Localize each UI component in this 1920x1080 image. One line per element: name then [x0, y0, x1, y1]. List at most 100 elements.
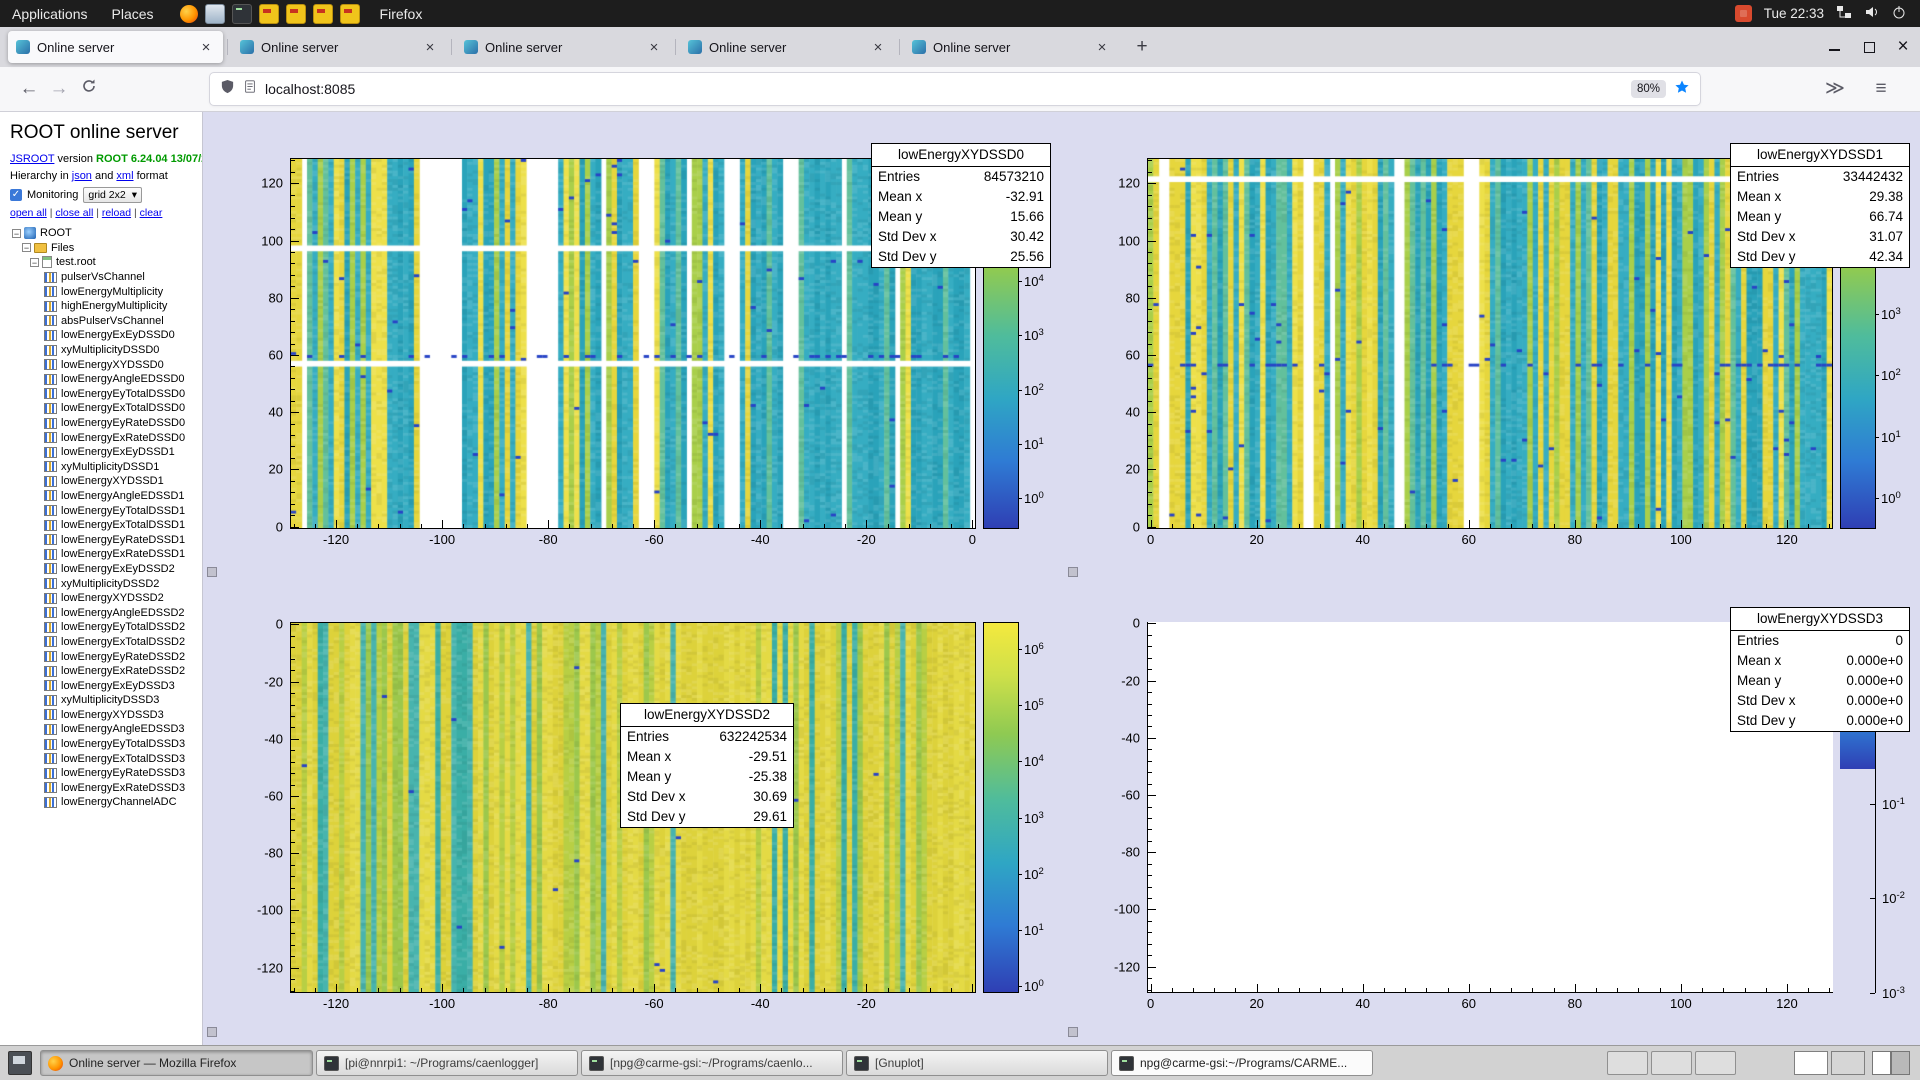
tree-item[interactable]: lowEnergyEyRateDSSD0 [10, 416, 202, 431]
taskbar-item[interactable]: npg@carme-gsi:~/Programs/CARME... [1111, 1050, 1373, 1076]
tree-item[interactable]: xyMultiplicityDSSD3 [10, 693, 202, 708]
taskbar-item[interactable]: Online server — Mozilla Firefox [40, 1050, 313, 1076]
tree-item[interactable]: lowEnergyXYDSSD3 [10, 708, 202, 723]
taskbar-item[interactable]: [npg@carme-gsi:~/Programs/caenlo... [581, 1050, 843, 1076]
close-tab-icon[interactable]: × [645, 39, 663, 56]
notification-icon[interactable] [1735, 5, 1752, 22]
statbox-lowEnergyXYDSSD2[interactable]: lowEnergyXYDSSD2Entries632242534Mean x-2… [620, 703, 794, 828]
tree-item[interactable]: lowEnergyAngleEDSSD0 [10, 372, 202, 387]
tree-file[interactable]: −test.root [10, 255, 202, 270]
modules-launcher-icon[interactable] [259, 4, 279, 24]
bookmark-star-icon[interactable] [1674, 79, 1690, 100]
tree-item[interactable]: lowEnergyEyTotalDSSD2 [10, 620, 202, 635]
back-button[interactable]: ← [14, 74, 44, 104]
modules-launcher-icon[interactable] [340, 4, 360, 24]
close-tab-icon[interactable]: × [869, 39, 887, 56]
tree-item[interactable]: xyMultiplicityDSSD1 [10, 460, 202, 475]
forward-button[interactable]: → [44, 74, 74, 104]
collapse-icon[interactable]: − [12, 229, 21, 238]
layout-select[interactable]: grid 2x2 ▾ [83, 187, 142, 203]
tree-item[interactable]: lowEnergyEyTotalDSSD3 [10, 737, 202, 752]
taskbar-item[interactable]: [pi@nnrpi1: ~/Programs/caenlogger] [316, 1050, 578, 1076]
tree-item[interactable]: lowEnergyAngleEDSSD2 [10, 605, 202, 620]
overflow-chevron-icon[interactable]: ≫ [1820, 74, 1850, 104]
tree-item[interactable]: lowEnergyExTotalDSSD3 [10, 751, 202, 766]
tree-item[interactable]: lowEnergyExRateDSSD0 [10, 430, 202, 445]
tray-window[interactable] [1794, 1051, 1828, 1075]
network-icon[interactable] [1836, 5, 1852, 22]
tray-window[interactable] [1831, 1051, 1865, 1075]
tree-item[interactable]: lowEnergyMultiplicity [10, 284, 202, 299]
browser-tab[interactable]: Online server× [456, 31, 671, 63]
grid-resize-handle[interactable] [1068, 1027, 1078, 1037]
tree-item[interactable]: lowEnergyXYDSSD0 [10, 357, 202, 372]
xml-link[interactable]: xml [116, 170, 133, 182]
tree-item[interactable]: lowEnergyEyTotalDSSD0 [10, 387, 202, 402]
browser-tab[interactable]: Online server× [904, 31, 1119, 63]
clear-link[interactable]: clear [140, 207, 163, 219]
collapse-icon[interactable]: − [30, 258, 39, 267]
grid-resize-handle[interactable] [1068, 567, 1078, 577]
tree-item[interactable]: lowEnergyExRateDSSD2 [10, 664, 202, 679]
tree-item[interactable]: lowEnergyExRateDSSD1 [10, 547, 202, 562]
tree-item[interactable]: xyMultiplicityDSSD0 [10, 343, 202, 358]
files-launcher-icon[interactable] [205, 4, 225, 24]
jsroot-link[interactable]: JSROOT [10, 153, 54, 165]
tree-item[interactable]: lowEnergyEyRateDSSD3 [10, 766, 202, 781]
browser-tab[interactable]: Online server× [680, 31, 895, 63]
modules-launcher-icon[interactable] [286, 4, 306, 24]
volume-icon[interactable] [1864, 5, 1880, 22]
tray-slot[interactable] [1651, 1051, 1692, 1075]
tree-item[interactable]: lowEnergyExTotalDSSD2 [10, 635, 202, 650]
statbox-lowEnergyXYDSSD3[interactable]: lowEnergyXYDSSD3Entries0Mean x0.000e+0Me… [1730, 607, 1910, 732]
clock[interactable]: Tue 22:33 [1764, 6, 1824, 21]
tree-item[interactable]: lowEnergyXYDSSD1 [10, 474, 202, 489]
tree-item[interactable]: lowEnergyExEyDSSD3 [10, 678, 202, 693]
close-tab-icon[interactable]: × [197, 39, 215, 56]
tree-item[interactable]: lowEnergyEyTotalDSSD1 [10, 503, 202, 518]
tree-item[interactable]: lowEnergyExEyDSSD1 [10, 445, 202, 460]
palette-axis[interactable]: 106105104103102101100 [983, 622, 1019, 993]
tree-item[interactable]: absPulserVsChannel [10, 314, 202, 329]
tree-files[interactable]: −Files [10, 241, 202, 256]
tree-root[interactable]: −ROOT [10, 226, 202, 241]
tree-item[interactable]: xyMultiplicityDSSD2 [10, 576, 202, 591]
tree-item[interactable]: lowEnergyEyRateDSSD2 [10, 649, 202, 664]
taskbar-item[interactable]: [Gnuplot] [846, 1050, 1108, 1076]
workspace-1[interactable] [1872, 1051, 1891, 1075]
tray-slot[interactable] [1607, 1051, 1648, 1075]
browser-tab[interactable]: Online server× [8, 31, 223, 63]
close-tab-icon[interactable]: × [421, 39, 439, 56]
monitoring-checkbox[interactable]: ✓ [10, 189, 22, 201]
tree-item[interactable]: lowEnergyChannelADC [10, 795, 202, 810]
workspace-2[interactable] [1891, 1051, 1910, 1075]
json-link[interactable]: json [72, 170, 92, 182]
places-menu[interactable]: Places [100, 0, 166, 27]
zoom-level-chip[interactable]: 80% [1631, 80, 1666, 98]
open-all-link[interactable]: open all [10, 207, 47, 219]
close-window-button[interactable]: × [1896, 40, 1910, 54]
browser-tab[interactable]: Online server× [232, 31, 447, 63]
shield-icon[interactable] [220, 79, 235, 99]
tree-item[interactable]: lowEnergyEyRateDSSD1 [10, 532, 202, 547]
statbox-lowEnergyXYDSSD0[interactable]: lowEnergyXYDSSD0Entries84573210Mean x-32… [871, 143, 1051, 268]
tree-item[interactable]: pulserVsChannel [10, 270, 202, 285]
tray-slot[interactable] [1695, 1051, 1736, 1075]
tree-item[interactable]: highEnergyMultiplicity [10, 299, 202, 314]
reload-button[interactable] [74, 74, 104, 104]
maximize-button[interactable] [1862, 40, 1876, 54]
modules-launcher-icon[interactable] [313, 4, 333, 24]
applications-menu[interactable]: Applications [0, 0, 100, 27]
tree-item[interactable]: lowEnergyAngleEDSSD1 [10, 489, 202, 504]
tree-item[interactable]: lowEnergyExRateDSSD3 [10, 781, 202, 796]
url-text[interactable]: localhost:8085 [265, 81, 355, 97]
collapse-icon[interactable]: − [22, 243, 31, 252]
tree-item[interactable]: lowEnergyExEyDSSD2 [10, 562, 202, 577]
terminal-launcher-icon[interactable] [232, 4, 252, 24]
url-bar[interactable]: localhost:8085 80% [210, 73, 1700, 105]
close-all-link[interactable]: close all [55, 207, 93, 219]
power-icon[interactable] [1892, 5, 1906, 22]
grid-resize-handle[interactable] [207, 567, 217, 577]
tree-item[interactable]: lowEnergyExTotalDSSD0 [10, 401, 202, 416]
grid-resize-handle[interactable] [207, 1027, 217, 1037]
